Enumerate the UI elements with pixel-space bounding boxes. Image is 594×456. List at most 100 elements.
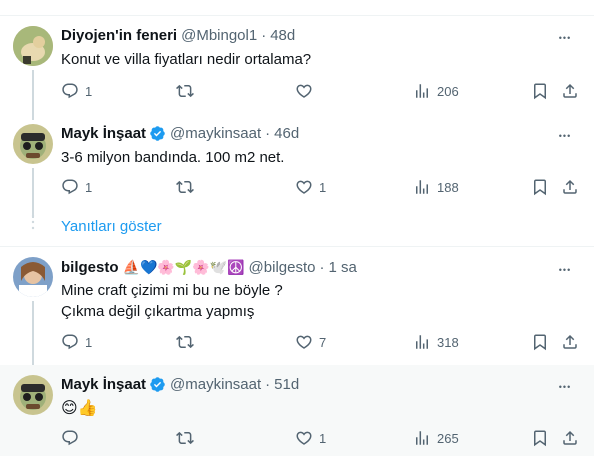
tweet-header: Mayk İnşaat @maykinsaat · 51d	[61, 376, 299, 393]
views-button[interactable]: 188	[413, 178, 459, 196]
view-count: 318	[437, 334, 459, 350]
more-icon: •••	[558, 265, 572, 275]
share-button[interactable]	[561, 429, 579, 447]
more-options-button[interactable]: •••	[556, 261, 574, 279]
tweet-4[interactable]: Mayk İnşaat @maykinsaat · 51d ••• 😊👍 1 2…	[0, 365, 594, 456]
tweet-3[interactable]: bilgesto ⛵💙🌸🌱🌸🕊️☮️ @bilgesto · 1 sa ••• …	[0, 247, 594, 371]
timestamp[interactable]: 46d	[274, 125, 299, 142]
author-handle[interactable]: @bilgesto	[249, 259, 316, 276]
author-handle[interactable]: @Mbingol1	[181, 27, 257, 44]
reply-icon	[62, 83, 78, 99]
thread-dots	[31, 214, 35, 230]
separator-dot: ·	[261, 27, 267, 44]
more-icon: •••	[558, 382, 572, 392]
like-count: 1	[319, 179, 327, 195]
author-name[interactable]: bilgesto	[61, 259, 119, 276]
author-name[interactable]: Mayk İnşaat	[61, 125, 146, 142]
bookmark-button[interactable]	[531, 333, 549, 351]
like-count: 7	[319, 334, 327, 350]
reply-count: 1	[85, 179, 93, 195]
timestamp[interactable]: 51d	[274, 376, 299, 393]
bookmark-button[interactable]	[531, 429, 549, 447]
verified-badge-icon	[150, 377, 165, 392]
bookmark-button[interactable]	[531, 82, 549, 100]
reply-icon	[62, 430, 78, 446]
avatar[interactable]	[13, 375, 53, 415]
tweet-actions: 1 206	[61, 82, 581, 102]
view-count: 188	[437, 179, 459, 195]
more-icon: •••	[558, 131, 572, 141]
retweet-button[interactable]	[176, 82, 200, 100]
views-button[interactable]: 318	[413, 333, 459, 351]
like-button[interactable]	[295, 82, 319, 100]
reply-button[interactable]: 1	[61, 333, 92, 351]
tweet-text: 3-6 milyon bandında. 100 m2 net.	[61, 147, 284, 168]
analytics-icon	[416, 180, 428, 194]
heart-icon	[296, 180, 312, 194]
share-button[interactable]	[561, 178, 579, 196]
author-name[interactable]: Diyojen'in feneri	[61, 27, 177, 44]
verified-badge-icon	[150, 126, 165, 141]
retweet-icon	[176, 431, 194, 445]
separator-dot: ·	[265, 125, 271, 142]
avatar[interactable]	[13, 124, 53, 164]
bookmark-button[interactable]	[531, 178, 549, 196]
tweet-text: 😊👍	[61, 397, 98, 418]
retweet-icon	[176, 180, 194, 194]
author-name[interactable]: Mayk İnşaat	[61, 376, 146, 393]
tweet-actions: 1 1 188	[61, 178, 581, 198]
reply-button[interactable]	[61, 429, 85, 447]
avatar[interactable]	[13, 26, 53, 66]
timestamp[interactable]: 1 sa	[328, 259, 356, 276]
thread-line	[32, 301, 34, 371]
tweet-2[interactable]: Mayk İnşaat @maykinsaat · 46d ••• 3-6 mi…	[0, 112, 594, 218]
bookmark-icon	[534, 179, 546, 196]
analytics-icon	[416, 335, 428, 349]
avatar[interactable]	[13, 257, 53, 297]
tweet-header: Mayk İnşaat @maykinsaat · 46d	[61, 125, 299, 142]
retweet-button[interactable]	[176, 429, 200, 447]
analytics-icon	[416, 84, 428, 98]
share-button[interactable]	[561, 333, 579, 351]
tweet-text: Konut ve villa fiyatları nedir ortalama?	[61, 49, 311, 70]
tweet-actions: 1 7 318	[61, 333, 581, 353]
tweet-1[interactable]: Diyojen'in feneri @Mbingol1 · 48d ••• Ko…	[0, 0, 594, 120]
reply-count: 1	[85, 83, 93, 99]
share-button[interactable]	[561, 82, 579, 100]
retweet-icon	[176, 335, 194, 349]
author-handle[interactable]: @maykinsaat	[170, 125, 261, 142]
tweet-text-line: Konut ve villa fiyatları nedir ortalama?	[61, 51, 312, 68]
reply-icon	[62, 179, 78, 195]
separator-dot: ·	[265, 376, 271, 393]
tweet-actions: 1 265	[61, 429, 581, 449]
reply-icon	[62, 334, 78, 350]
tweet-header: bilgesto ⛵💙🌸🌱🌸🕊️☮️ @bilgesto · 1 sa	[61, 259, 357, 276]
reply-button[interactable]: 1	[61, 178, 92, 196]
more-options-button[interactable]: •••	[556, 127, 574, 145]
author-handle[interactable]: @maykinsaat	[170, 376, 261, 393]
heart-icon	[296, 335, 312, 349]
share-icon	[563, 430, 577, 445]
share-icon	[563, 179, 577, 194]
like-count: 1	[319, 430, 327, 446]
reply-button[interactable]: 1	[61, 82, 92, 100]
view-count: 206	[437, 83, 459, 99]
tweet-text: Mine craft çizimi mi bu ne böyle ? Çıkma…	[61, 280, 283, 322]
tweet-text-line: Mine craft çizimi mi bu ne böyle ?	[61, 282, 283, 299]
views-button[interactable]: 206	[413, 82, 459, 100]
tweet-text-line: Çıkma değil çıkartma yapmış	[61, 303, 255, 320]
views-button[interactable]: 265	[413, 429, 459, 447]
bookmark-icon	[534, 334, 546, 351]
timestamp[interactable]: 48d	[270, 27, 295, 44]
thread-line	[32, 168, 34, 218]
tweet-header: Diyojen'in feneri @Mbingol1 · 48d	[61, 27, 295, 44]
more-options-button[interactable]: •••	[556, 29, 574, 47]
more-options-button[interactable]: •••	[556, 378, 574, 396]
like-button[interactable]: 1	[295, 429, 326, 447]
analytics-icon	[416, 431, 428, 445]
show-replies-link[interactable]: Yanıtları göster	[61, 218, 162, 235]
retweet-button[interactable]	[176, 333, 200, 351]
like-button[interactable]: 7	[295, 333, 326, 351]
retweet-button[interactable]	[176, 178, 200, 196]
like-button[interactable]: 1	[295, 178, 326, 196]
